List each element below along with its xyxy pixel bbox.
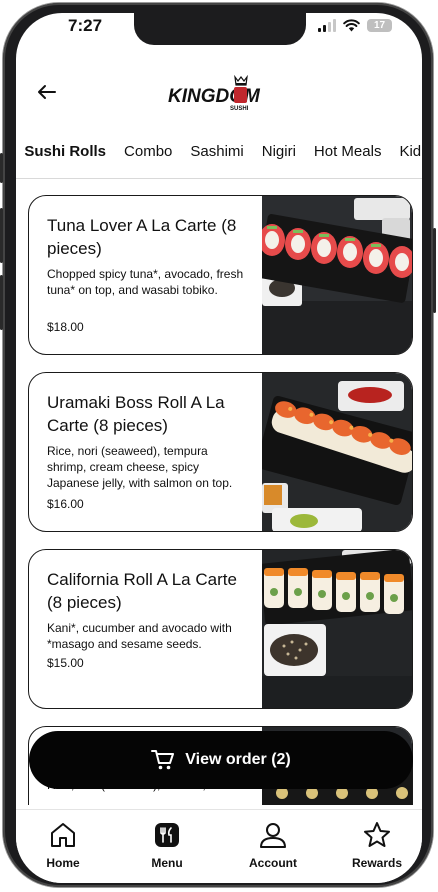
tab-track: l Sushi Rolls Combo Sashimi Nigiri Hot M… xyxy=(16,143,422,160)
volume-up-button xyxy=(0,208,3,263)
battery-icon: 17 xyxy=(367,19,392,32)
menu-item-description: Rice, nori (seaweed), tempura shrimp, cr… xyxy=(47,444,233,490)
screen: 7:27 17 KINGDOM SUSHI Sushi Rolls Combo … xyxy=(16,13,422,883)
mute-switch xyxy=(0,153,3,183)
signal-icon xyxy=(318,19,336,32)
menu-item-description: Chopped spicy tuna*, avocado, fresh tuna… xyxy=(47,267,244,297)
boss-roll-photo xyxy=(262,373,412,531)
menu-item-info: California Roll A La Carte (8 pieces) Ka… xyxy=(47,568,247,652)
menu-item-card[interactable]: Tuna Lover A La Carte (8 pieces) Chopped… xyxy=(28,195,413,355)
account-icon xyxy=(260,823,286,848)
logo-subtext: SUSHI xyxy=(230,106,249,112)
view-order-label: View order (2) xyxy=(185,751,291,768)
tab-nigiri[interactable]: Nigiri xyxy=(253,143,305,160)
nav-home[interactable]: Home xyxy=(18,820,108,870)
star-icon xyxy=(364,822,390,847)
nav-rewards-label: Rewards xyxy=(351,856,403,870)
menu-item-card[interactable]: California Roll A La Carte (8 pieces) Ka… xyxy=(28,549,413,709)
menu-item-description: Kani*, cucumber and avocado with *masago… xyxy=(47,621,232,651)
menu-list: Tuna Lover A La Carte (8 pieces) Chopped… xyxy=(16,179,422,805)
nav-account-label: Account xyxy=(249,856,297,870)
menu-item-title: Uramaki Boss Roll A La Carte (8 pieces) xyxy=(47,393,225,435)
back-arrow-icon[interactable] xyxy=(36,81,58,103)
kingdom-sushi-logo: KINGDOM SUSHI xyxy=(168,75,261,112)
tab-sashimi[interactable]: Sashimi xyxy=(181,143,252,160)
status-time: 7:27 xyxy=(68,16,103,35)
notch xyxy=(134,13,306,45)
header: KINGDOM SUSHI xyxy=(16,63,422,123)
california-roll-photo xyxy=(262,550,412,708)
cart-icon xyxy=(151,750,175,770)
power-button xyxy=(433,228,436,313)
menu-item-title: California Roll A La Carte (8 pieces) xyxy=(47,570,237,612)
bottom-nav: Home Menu Account Rewards xyxy=(16,809,422,883)
nav-home-label: Home xyxy=(46,856,80,870)
tab-sushi-rolls[interactable]: Sushi Rolls xyxy=(16,143,115,160)
tab-combo[interactable]: Combo xyxy=(115,143,181,160)
logo-text: KINGDOM xyxy=(168,86,261,107)
tab-hot-meals[interactable]: Hot Meals xyxy=(305,143,391,160)
nav-rewards[interactable]: Rewards xyxy=(332,820,422,870)
status-icons: 17 xyxy=(318,19,392,32)
menu-item-price: $16.00 xyxy=(47,497,84,511)
wifi-icon xyxy=(343,19,360,32)
volume-down-button xyxy=(0,275,3,330)
nav-account[interactable]: Account xyxy=(228,820,318,870)
nav-menu-label: Menu xyxy=(151,856,183,870)
menu-item-price: $15.00 xyxy=(47,656,84,670)
nav-menu[interactable]: Menu xyxy=(122,820,212,870)
menu-item-info: Tuna Lover A La Carte (8 pieces) Chopped… xyxy=(47,214,247,298)
phone-frame: 7:27 17 KINGDOM SUSHI Sushi Rolls Combo … xyxy=(0,3,436,887)
tab-kids[interactable]: Kid xyxy=(390,143,422,160)
tuna-roll-photo xyxy=(262,196,412,354)
menu-item-price: $18.00 xyxy=(47,320,84,334)
menu-icon xyxy=(155,823,179,847)
view-order-button[interactable]: View order (2) xyxy=(29,731,413,789)
menu-item-title: Tuna Lover A La Carte (8 pieces) xyxy=(47,216,237,258)
category-tabs: l Sushi Rolls Combo Sashimi Nigiri Hot M… xyxy=(16,135,422,179)
menu-item-card[interactable]: Uramaki Boss Roll A La Carte (8 pieces) … xyxy=(28,372,413,532)
home-icon xyxy=(51,823,75,847)
menu-item-info: Uramaki Boss Roll A La Carte (8 pieces) … xyxy=(47,391,247,491)
